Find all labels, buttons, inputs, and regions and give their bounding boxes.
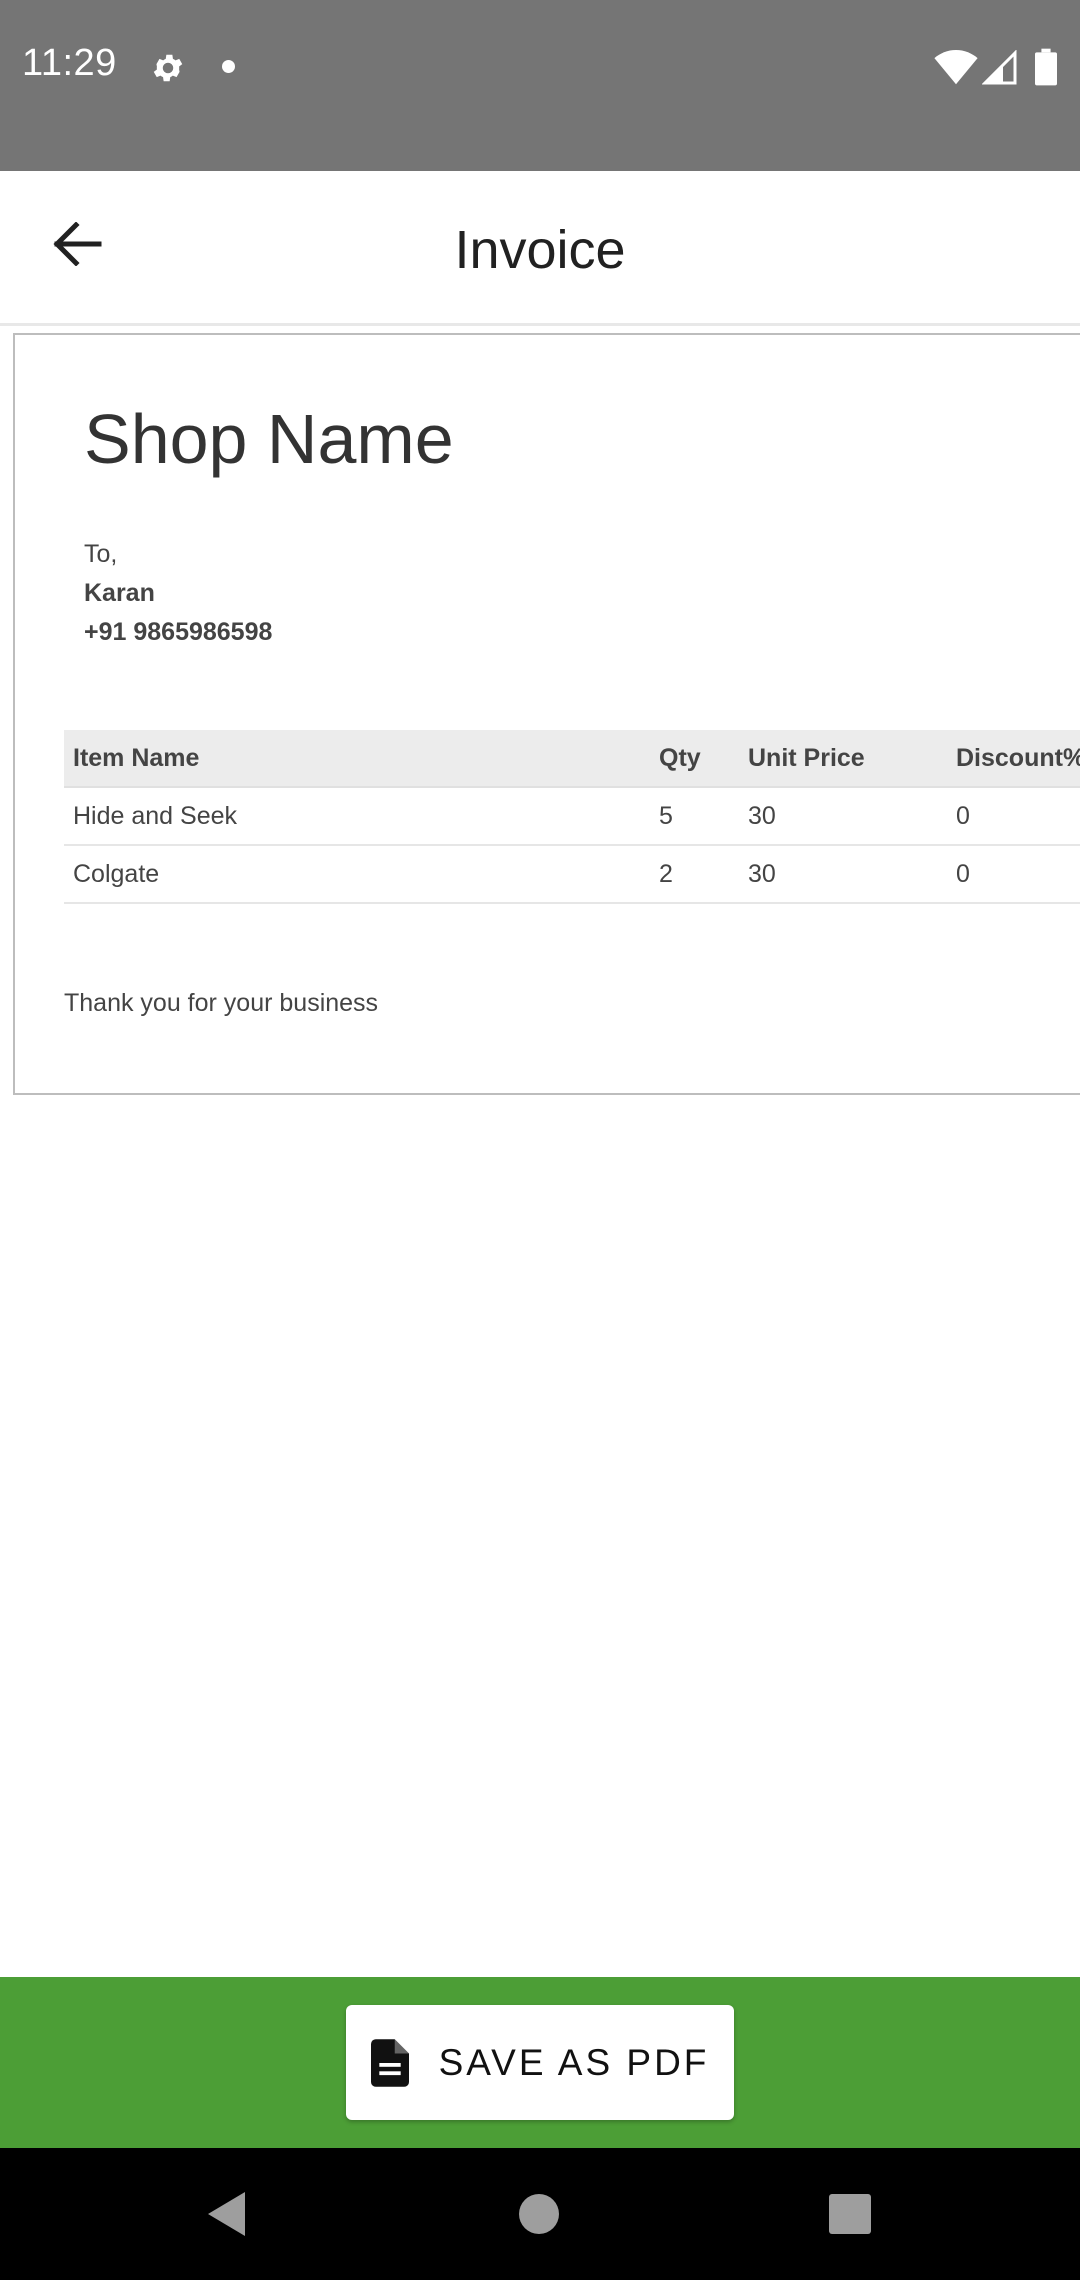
- nav-recents-icon[interactable]: [829, 2194, 871, 2234]
- item-discount-cell: 0: [956, 802, 970, 830]
- status-bar: 11:29: [0, 0, 1080, 171]
- table-row: Hide and Seek 5 30 0: [64, 788, 1080, 846]
- nav-home-icon[interactable]: [519, 2194, 559, 2234]
- notification-dot-icon: [222, 60, 235, 73]
- item-qty-cell: 2: [659, 860, 673, 888]
- customer-phone: +91 9865986598: [84, 618, 273, 646]
- items-table: Item Name Qty Unit Price Discount% Hide …: [64, 730, 1080, 904]
- item-price-cell: 30: [748, 860, 776, 888]
- table-row: Colgate 2 30 0: [64, 846, 1080, 904]
- table-header-row: Item Name Qty Unit Price Discount%: [64, 730, 1080, 788]
- item-discount-cell: 0: [956, 860, 970, 888]
- battery-icon: [1035, 48, 1057, 86]
- page-title: Invoice: [454, 220, 626, 280]
- system-navigation-bar: [0, 2148, 1080, 2280]
- customer-name: Karan: [84, 579, 155, 607]
- header-item-name: Item Name: [73, 744, 200, 772]
- bottom-action-bar: SAVE AS PDF: [0, 1977, 1080, 2148]
- cell-signal-icon: [982, 50, 1017, 85]
- item-qty-cell: 5: [659, 802, 673, 830]
- header-qty: Qty: [659, 744, 701, 772]
- save-as-pdf-button[interactable]: SAVE AS PDF: [346, 2005, 734, 2120]
- shop-name: Shop Name: [84, 400, 454, 478]
- wifi-icon: [934, 50, 978, 85]
- recipient-label: To,: [84, 540, 118, 568]
- header-discount: Discount%: [956, 744, 1080, 772]
- nav-back-icon[interactable]: [205, 2190, 247, 2238]
- thank-you-note: Thank you for your business: [64, 989, 379, 1017]
- status-time: 11:29: [22, 42, 117, 84]
- document-icon: [370, 2038, 409, 2087]
- app-bar: Invoice: [0, 171, 1080, 326]
- save-as-pdf-label: SAVE AS PDF: [438, 2041, 710, 2083]
- item-name-cell: Colgate: [73, 860, 160, 888]
- header-unit-price: Unit Price: [748, 744, 865, 772]
- item-name-cell: Hide and Seek: [73, 802, 238, 830]
- invoice-preview: Shop Name To, Karan +91 9865986598 Item …: [13, 333, 1080, 1095]
- item-price-cell: 30: [748, 802, 776, 830]
- settings-gear-icon: [153, 54, 183, 82]
